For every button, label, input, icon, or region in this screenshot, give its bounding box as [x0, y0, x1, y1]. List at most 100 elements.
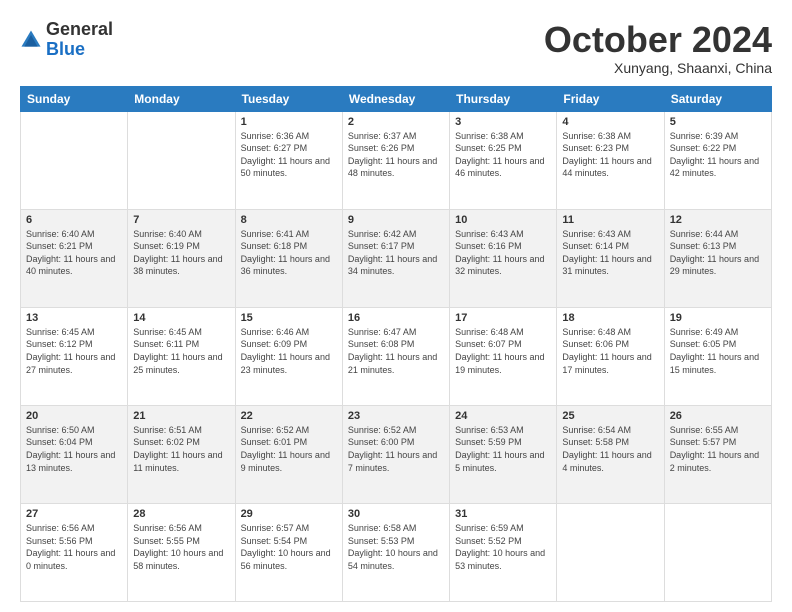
table-row: 6Sunrise: 6:40 AM Sunset: 6:21 PM Daylig… [21, 209, 128, 307]
day-info: Sunrise: 6:40 AM Sunset: 6:19 PM Dayligh… [133, 228, 229, 278]
day-number: 8 [241, 214, 337, 226]
logo: General Blue [20, 20, 113, 60]
day-info: Sunrise: 6:57 AM Sunset: 5:54 PM Dayligh… [241, 522, 337, 572]
day-number: 2 [348, 116, 444, 128]
day-info: Sunrise: 6:43 AM Sunset: 6:14 PM Dayligh… [562, 228, 658, 278]
day-number: 10 [455, 214, 551, 226]
day-info: Sunrise: 6:56 AM Sunset: 5:55 PM Dayligh… [133, 522, 229, 572]
day-info: Sunrise: 6:36 AM Sunset: 6:27 PM Dayligh… [241, 130, 337, 180]
table-row: 11 Sunrise: 6:43 AM Sunset: 6:14 PM Dayli… [557, 209, 664, 307]
table-row: 24 Sunrise: 6:53 AM Sunset: 5:59 PM Dayli… [450, 405, 557, 503]
day-number: 12 [670, 214, 766, 226]
day-info: Sunrise: 6:47 AM Sunset: 6:08 PM Dayligh… [348, 326, 444, 376]
table-row: 14Sunrise: 6:45 AM Sunset: 6:11 PM Dayli… [128, 307, 235, 405]
table-row: 31 Sunrise: 6:59 AM Sunset: 5:52 PM Dayli… [450, 503, 557, 601]
table-row: 17 Sunrise: 6:48 AM Sunset: 6:07 PM Dayli… [450, 307, 557, 405]
table-row: 3 Sunrise: 6:38 AM Sunset: 6:25 PM Daylig… [450, 111, 557, 209]
col-monday: Monday [128, 86, 235, 111]
table-row: 10 Sunrise: 6:43 AM Sunset: 6:16 PM Dayli… [450, 209, 557, 307]
day-info: Sunrise: 6:45 AM Sunset: 6:11 PM Dayligh… [133, 326, 229, 376]
day-number: 21 [133, 410, 229, 422]
table-row: 27Sunrise: 6:56 AM Sunset: 5:56 PM Dayli… [21, 503, 128, 601]
day-number: 22 [241, 410, 337, 422]
day-number: 3 [455, 116, 551, 128]
logo-icon [20, 29, 42, 51]
day-number: 11 [562, 214, 658, 226]
day-info: Sunrise: 6:42 AM Sunset: 6:17 PM Dayligh… [348, 228, 444, 278]
calendar-table: Sunday Monday Tuesday Wednesday Thursday… [20, 86, 772, 602]
day-number: 16 [348, 312, 444, 324]
table-row: 4Sunrise: 6:38 AM Sunset: 6:23 PM Daylig… [557, 111, 664, 209]
location-subtitle: Xunyang, Shaanxi, China [544, 60, 772, 76]
day-number: 20 [26, 410, 122, 422]
day-info: Sunrise: 6:44 AM Sunset: 6:13 PM Dayligh… [670, 228, 766, 278]
table-row: 28 Sunrise: 6:56 AM Sunset: 5:55 PM Dayli… [128, 503, 235, 601]
col-sunday: Sunday [21, 86, 128, 111]
day-number: 13 [26, 312, 122, 324]
day-number: 9 [348, 214, 444, 226]
calendar-week-row: 6Sunrise: 6:40 AM Sunset: 6:21 PM Daylig… [21, 209, 772, 307]
table-row: 1Sunrise: 6:36 AM Sunset: 6:27 PM Daylig… [235, 111, 342, 209]
title-section: October 2024 Xunyang, Shaanxi, China [544, 20, 772, 76]
day-info: Sunrise: 6:55 AM Sunset: 5:57 PM Dayligh… [670, 424, 766, 474]
calendar-week-row: 1Sunrise: 6:36 AM Sunset: 6:27 PM Daylig… [21, 111, 772, 209]
logo-general: General Blue [46, 20, 113, 60]
day-info: Sunrise: 6:41 AM Sunset: 6:18 PM Dayligh… [241, 228, 337, 278]
table-row: 26 Sunrise: 6:55 AM Sunset: 5:57 PM Dayli… [664, 405, 771, 503]
table-row: 20Sunrise: 6:50 AM Sunset: 6:04 PM Dayli… [21, 405, 128, 503]
calendar-week-row: 27Sunrise: 6:56 AM Sunset: 5:56 PM Dayli… [21, 503, 772, 601]
day-info: Sunrise: 6:37 AM Sunset: 6:26 PM Dayligh… [348, 130, 444, 180]
calendar-week-row: 13Sunrise: 6:45 AM Sunset: 6:12 PM Dayli… [21, 307, 772, 405]
day-info: Sunrise: 6:38 AM Sunset: 6:25 PM Dayligh… [455, 130, 551, 180]
day-info: Sunrise: 6:53 AM Sunset: 5:59 PM Dayligh… [455, 424, 551, 474]
col-tuesday: Tuesday [235, 86, 342, 111]
table-row: 9 Sunrise: 6:42 AM Sunset: 6:17 PM Daylig… [342, 209, 449, 307]
col-friday: Friday [557, 86, 664, 111]
table-row: 16 Sunrise: 6:47 AM Sunset: 6:08 PM Dayli… [342, 307, 449, 405]
day-number: 23 [348, 410, 444, 422]
day-number: 19 [670, 312, 766, 324]
calendar-week-row: 20Sunrise: 6:50 AM Sunset: 6:04 PM Dayli… [21, 405, 772, 503]
table-row: 15Sunrise: 6:46 AM Sunset: 6:09 PM Dayli… [235, 307, 342, 405]
col-saturday: Saturday [664, 86, 771, 111]
day-info: Sunrise: 6:54 AM Sunset: 5:58 PM Dayligh… [562, 424, 658, 474]
day-number: 7 [133, 214, 229, 226]
col-wednesday: Wednesday [342, 86, 449, 111]
table-row: 22 Sunrise: 6:52 AM Sunset: 6:01 PM Dayli… [235, 405, 342, 503]
table-row: 2 Sunrise: 6:37 AM Sunset: 6:26 PM Daylig… [342, 111, 449, 209]
day-info: Sunrise: 6:48 AM Sunset: 6:07 PM Dayligh… [455, 326, 551, 376]
page: General Blue October 2024 Xunyang, Shaan… [0, 0, 792, 612]
day-number: 17 [455, 312, 551, 324]
col-thursday: Thursday [450, 86, 557, 111]
table-row: 30Sunrise: 6:58 AM Sunset: 5:53 PM Dayli… [342, 503, 449, 601]
table-row [128, 111, 235, 209]
day-info: Sunrise: 6:48 AM Sunset: 6:06 PM Dayligh… [562, 326, 658, 376]
table-row: 7 Sunrise: 6:40 AM Sunset: 6:19 PM Daylig… [128, 209, 235, 307]
table-row: 8 Sunrise: 6:41 AM Sunset: 6:18 PM Daylig… [235, 209, 342, 307]
table-row: 13Sunrise: 6:45 AM Sunset: 6:12 PM Dayli… [21, 307, 128, 405]
day-number: 24 [455, 410, 551, 422]
day-info: Sunrise: 6:56 AM Sunset: 5:56 PM Dayligh… [26, 522, 122, 572]
day-info: Sunrise: 6:52 AM Sunset: 6:01 PM Dayligh… [241, 424, 337, 474]
day-info: Sunrise: 6:52 AM Sunset: 6:00 PM Dayligh… [348, 424, 444, 474]
calendar-header-row: Sunday Monday Tuesday Wednesday Thursday… [21, 86, 772, 111]
day-number: 29 [241, 508, 337, 520]
header: General Blue October 2024 Xunyang, Shaan… [20, 20, 772, 76]
table-row: 19Sunrise: 6:49 AM Sunset: 6:05 PM Dayli… [664, 307, 771, 405]
day-number: 28 [133, 508, 229, 520]
day-info: Sunrise: 6:43 AM Sunset: 6:16 PM Dayligh… [455, 228, 551, 278]
day-number: 25 [562, 410, 658, 422]
day-info: Sunrise: 6:58 AM Sunset: 5:53 PM Dayligh… [348, 522, 444, 572]
day-info: Sunrise: 6:51 AM Sunset: 6:02 PM Dayligh… [133, 424, 229, 474]
day-info: Sunrise: 6:59 AM Sunset: 5:52 PM Dayligh… [455, 522, 551, 572]
table-row [557, 503, 664, 601]
day-number: 4 [562, 116, 658, 128]
table-row: 23 Sunrise: 6:52 AM Sunset: 6:00 PM Dayli… [342, 405, 449, 503]
day-number: 31 [455, 508, 551, 520]
table-row: 5Sunrise: 6:39 AM Sunset: 6:22 PM Daylig… [664, 111, 771, 209]
table-row: 12 Sunrise: 6:44 AM Sunset: 6:13 PM Dayli… [664, 209, 771, 307]
day-info: Sunrise: 6:39 AM Sunset: 6:22 PM Dayligh… [670, 130, 766, 180]
day-number: 6 [26, 214, 122, 226]
day-number: 26 [670, 410, 766, 422]
table-row [664, 503, 771, 601]
